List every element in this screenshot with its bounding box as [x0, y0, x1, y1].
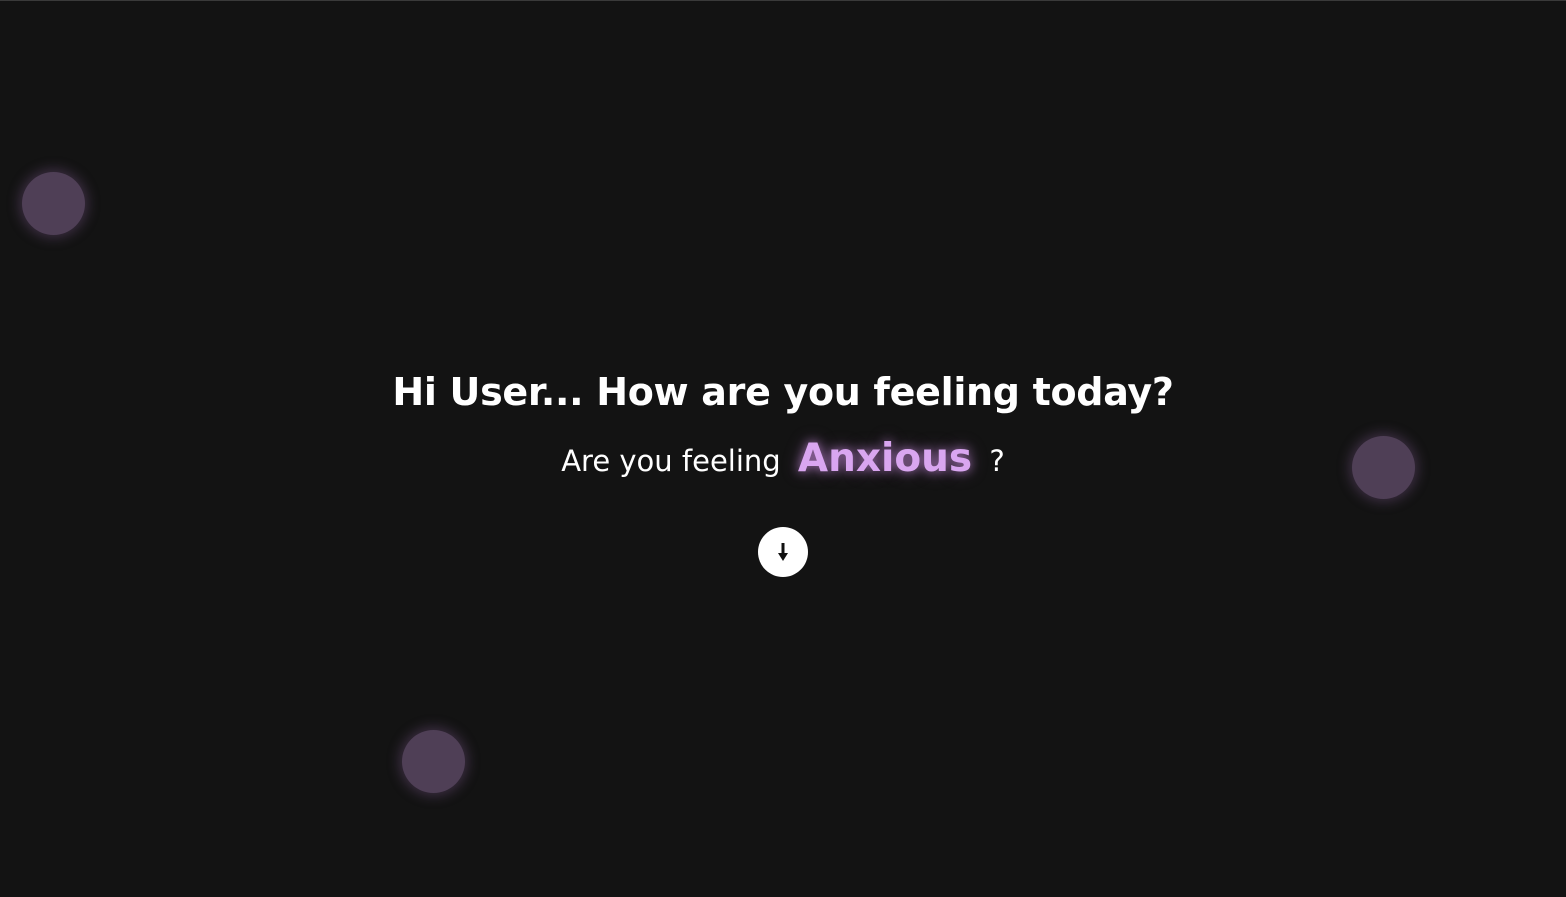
emotion-word: Anxious — [797, 436, 973, 481]
top-border — [0, 0, 1566, 1]
decorative-orb — [22, 172, 85, 235]
arrow-down-icon — [778, 543, 788, 561]
feeling-question: Are you feeling Anxious ? — [0, 436, 1566, 481]
feeling-question-prefix: Are you feeling — [561, 444, 781, 478]
feeling-question-suffix: ? — [989, 444, 1005, 478]
scroll-down-button[interactable] — [758, 527, 808, 577]
greeting-title: Hi User... How are you feeling today? — [392, 370, 1174, 414]
decorative-orb — [402, 730, 465, 793]
